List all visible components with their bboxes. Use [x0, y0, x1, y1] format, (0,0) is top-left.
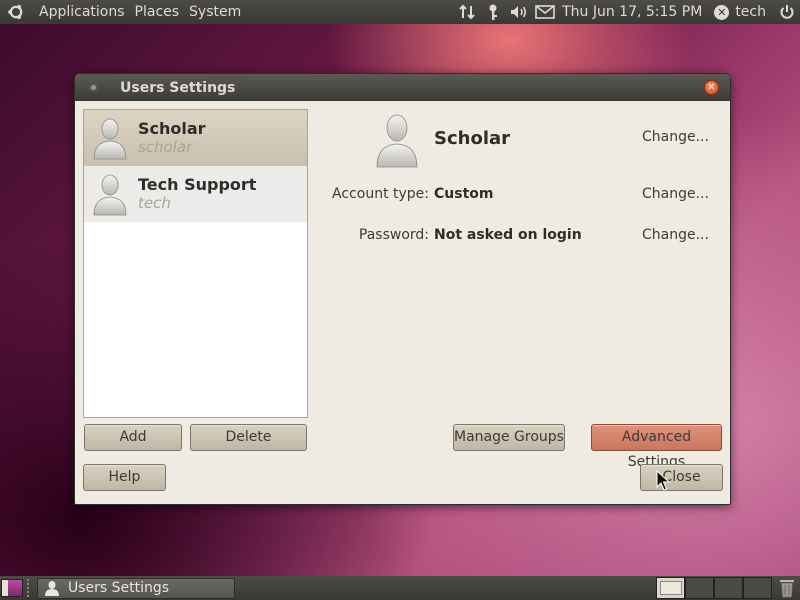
account-type-label: Account type:	[332, 186, 429, 202]
trash-icon[interactable]	[776, 577, 798, 599]
user-name: Tech Support	[138, 175, 257, 194]
show-desktop-icon[interactable]	[1, 579, 23, 597]
keyring-icon[interactable]	[480, 0, 506, 24]
window-titlebar[interactable]: Users Settings ✕	[75, 74, 730, 101]
workspace-3[interactable]	[714, 577, 743, 599]
change-account-type-link[interactable]: Change...	[642, 186, 709, 202]
user-avatar-icon	[93, 118, 127, 160]
user-status-icon: ✕	[714, 4, 730, 20]
ubuntu-logo-icon[interactable]	[6, 2, 26, 22]
workspace-1[interactable]	[656, 577, 685, 599]
selected-user-name: Scholar	[434, 128, 511, 149]
power-icon[interactable]	[774, 0, 800, 24]
user-list[interactable]: Scholar scholar Tech Support tech	[83, 109, 308, 418]
taskbar-label: Users Settings	[68, 580, 170, 596]
network-icon[interactable]	[454, 0, 480, 24]
top-panel: Applications Places System Thu Jun 17, 5…	[0, 0, 800, 24]
delete-user-button[interactable]: Delete	[190, 424, 307, 451]
clock[interactable]: Thu Jun 17, 5:15 PM	[558, 0, 712, 24]
account-type-value: Custom	[434, 186, 494, 202]
mail-icon[interactable]	[532, 0, 558, 24]
taskbar-users-settings[interactable]: Users Settings	[37, 577, 235, 599]
user-row-scholar[interactable]: Scholar scholar	[84, 110, 307, 166]
user-avatar-icon	[93, 174, 127, 216]
password-value: Not asked on login	[434, 227, 582, 243]
menu-applications[interactable]: Applications	[34, 0, 130, 24]
password-label: Password:	[358, 227, 429, 243]
user-switcher[interactable]: ✕ tech	[712, 4, 774, 20]
change-password-link[interactable]: Change...	[642, 227, 709, 243]
username-label: tech	[735, 4, 766, 20]
workspace-4[interactable]	[743, 577, 772, 599]
workspace-2[interactable]	[685, 577, 714, 599]
user-login: tech	[138, 194, 171, 212]
menu-system[interactable]: System	[184, 0, 246, 24]
users-settings-window: Users Settings ✕ Scholar scholar Tech Su…	[74, 73, 731, 505]
advanced-settings-button[interactable]: Advanced Settings	[591, 424, 722, 470]
user-login: scholar	[138, 138, 193, 156]
window-menu-icon[interactable]	[89, 83, 98, 92]
window-close-icon[interactable]: ✕	[704, 80, 719, 95]
close-button[interactable]: Close	[640, 464, 723, 491]
volume-icon[interactable]	[506, 0, 532, 24]
mouse-cursor-icon	[656, 470, 670, 491]
user-row-tech[interactable]: Tech Support tech	[84, 166, 307, 222]
help-button[interactable]: Help	[83, 464, 166, 491]
change-name-link[interactable]: Change...	[642, 129, 709, 145]
window-title: Users Settings	[120, 79, 236, 96]
menu-places[interactable]: Places	[130, 0, 185, 24]
selected-user-avatar-icon	[376, 114, 418, 168]
panel-handle	[27, 579, 33, 597]
add-user-button[interactable]: Add	[84, 424, 182, 451]
bottom-panel: Users Settings	[0, 576, 800, 600]
users-settings-task-icon	[45, 581, 59, 596]
user-name: Scholar	[138, 119, 206, 138]
manage-groups-button[interactable]: Manage Groups	[453, 424, 565, 451]
workspace-switcher[interactable]	[656, 577, 772, 599]
